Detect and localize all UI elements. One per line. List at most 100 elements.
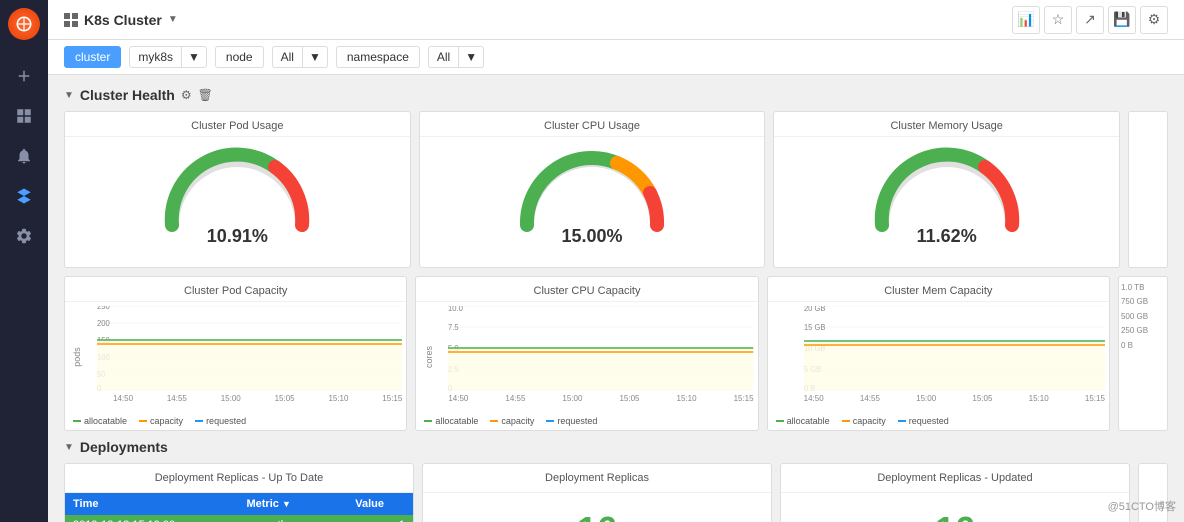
cluster-health-title: Cluster Health	[80, 87, 175, 103]
node-filter-button[interactable]: node	[215, 46, 264, 68]
svg-text:20 GB: 20 GB	[804, 306, 825, 313]
node-chevron[interactable]: ▼	[303, 46, 328, 68]
mem-capacity-chart: 20 GB 15 GB 10 GB 5 GB 0 B 14:50 14:55 1…	[768, 302, 1109, 412]
table-header-metric[interactable]: Metric ▼	[238, 493, 347, 515]
cluster-memory-usage-title: Cluster Memory Usage	[774, 112, 1119, 137]
cluster-memory-usage-value: 11.62%	[917, 226, 977, 247]
cpu-gauge-svg	[512, 145, 672, 235]
table-header-time: Time	[65, 493, 238, 515]
pod-x-axis: 14:50 14:55 15:00 15:05 15:10 15:15	[97, 394, 402, 403]
share-button[interactable]: ↗	[1076, 6, 1104, 34]
gauge-panels-row: Cluster Pod Usage 10.91%	[64, 111, 1168, 268]
watermark: @51CTO博客	[1108, 498, 1176, 514]
star-button[interactable]: ☆	[1044, 6, 1072, 34]
table-header-value: Value	[347, 493, 413, 515]
pod-chart-legend: allocatable capacity requested	[65, 412, 406, 430]
deployment-replicas-updated-title: Deployment Replicas - Updated	[781, 464, 1129, 493]
deployment-replicas-uptodate-panel: Deployment Replicas - Up To Date Time Me…	[64, 463, 414, 522]
cluster-pod-usage-panel: Cluster Pod Usage 10.91%	[64, 111, 411, 268]
content-area: ▼ Cluster Health ⚙ 🗑 Cluster Pod Usage	[48, 75, 1184, 522]
topbar: K8s Cluster ▼ 📊 ☆ ↗ 💾 ⚙	[48, 0, 1184, 40]
node-all-dropdown[interactable]: All ▼	[272, 46, 328, 68]
node-all-label: All	[272, 46, 303, 68]
pod-y-axis-label: pods	[72, 347, 82, 367]
myk8s-label: myk8s	[129, 46, 182, 68]
deployment-replicas-panel: Deployment Replicas 16	[422, 463, 772, 522]
deployments-chevron[interactable]: ▼	[64, 442, 74, 453]
sidebar-item-alerts[interactable]	[8, 140, 40, 172]
cluster-mem-capacity-panel: Cluster Mem Capacity 20 GB 15 GB 10 GB 5…	[767, 276, 1110, 431]
mem-fourth-panel-partial: 1.0 TB 750 GB 500 GB 250 GB 0 B	[1118, 276, 1168, 431]
mem-chart-legend: allocatable capacity requested	[768, 412, 1109, 430]
row1-time: 2019-12-18 15:19:00	[65, 515, 238, 522]
deployment-replicas-title: Deployment Replicas	[423, 464, 771, 493]
pod-capacity-chart: pods 250 200 150 100 50	[65, 302, 406, 412]
main-content: K8s Cluster ▼ 📊 ☆ ↗ 💾 ⚙ cluster myk8s ▼ …	[48, 0, 1184, 522]
cluster-pod-usage-value: 10.91%	[207, 226, 268, 247]
cpu-y-axis-label: cores	[424, 346, 434, 368]
mem-x-axis: 14:50 14:55 15:00 15:05 15:10 15:15	[804, 394, 1105, 403]
cluster-pod-usage-title: Cluster Pod Usage	[65, 112, 410, 137]
cpu-capacity-chart: cores 10.0 7.5 5.0 2.5 0	[416, 302, 757, 412]
cluster-cpu-usage-gauge: 15.00%	[420, 137, 765, 267]
svg-text:200: 200	[97, 319, 110, 328]
svg-text:250: 250	[97, 306, 110, 311]
cluster-health-chevron[interactable]: ▼	[64, 90, 74, 101]
cpu-x-axis: 14:50 14:55 15:00 15:05 15:10 15:15	[448, 394, 753, 403]
deployment-replicas-updated-value: 16	[919, 493, 991, 522]
deployments-section-header: ▼ Deployments	[64, 439, 1168, 455]
capacity-charts-row: Cluster Pod Capacity pods 250 200	[64, 276, 1168, 431]
row1-value: 1	[347, 515, 413, 522]
bar-chart-button[interactable]: 📊	[1012, 6, 1040, 34]
table-row: 2019-12-18 15:19:00 prometheus 1	[65, 515, 413, 522]
cluster-cpu-usage-value: 15.00%	[561, 226, 622, 247]
deployments-panels-row: Deployment Replicas - Up To Date Time Me…	[64, 463, 1168, 522]
sidebar-item-settings[interactable]	[8, 220, 40, 252]
cluster-pod-usage-gauge: 10.91%	[65, 137, 410, 267]
deployment-replicas-table: Time Metric ▼ Value 2019-12-18 15:19:00 …	[65, 493, 413, 522]
topbar-actions: 📊 ☆ ↗ 💾 ⚙	[1012, 6, 1168, 34]
cluster-cpu-capacity-panel: Cluster CPU Capacity cores 10.0 7.5 5.0 …	[415, 276, 758, 431]
myk8s-chevron[interactable]: ▼	[182, 46, 207, 68]
deployment-replicas-uptodate-title: Deployment Replicas - Up To Date	[65, 464, 413, 493]
memory-gauge-svg	[867, 145, 1027, 235]
deployments-title: Deployments	[80, 439, 168, 455]
cluster-fourth-panel-partial	[1128, 111, 1168, 268]
cpu-chart-svg: 10.0 7.5 5.0 2.5 0	[448, 306, 753, 391]
cluster-health-settings-icon[interactable]: ⚙	[181, 88, 192, 102]
cluster-mem-capacity-title: Cluster Mem Capacity	[768, 277, 1109, 302]
page-title: K8s Cluster ▼	[64, 12, 178, 28]
cluster-memory-usage-panel: Cluster Memory Usage 11.62%	[773, 111, 1120, 268]
cluster-cpu-usage-title: Cluster CPU Usage	[420, 112, 765, 137]
cpu-chart-legend: allocatable capacity requested	[416, 412, 757, 430]
row1-metric: prometheus	[238, 515, 347, 522]
namespace-all-label: All	[428, 46, 459, 68]
deployment-replicas-updated-panel: Deployment Replicas - Updated 16	[780, 463, 1130, 522]
title-chevron[interactable]: ▼	[168, 14, 178, 25]
sidebar-item-add[interactable]	[8, 60, 40, 92]
cluster-cpu-capacity-title: Cluster CPU Capacity	[416, 277, 757, 302]
svg-text:15 GB: 15 GB	[804, 323, 825, 332]
svg-text:7.5: 7.5	[448, 323, 459, 332]
svg-text:10.0: 10.0	[448, 306, 463, 313]
cluster-pod-capacity-title: Cluster Pod Capacity	[65, 277, 406, 302]
cluster-cpu-usage-panel: Cluster CPU Usage 15.00%	[419, 111, 766, 268]
cluster-memory-usage-gauge: 11.62%	[774, 137, 1119, 267]
save-button[interactable]: 💾	[1108, 6, 1136, 34]
filterbar: cluster myk8s ▼ node All ▼ namespace All…	[48, 40, 1184, 75]
sidebar-item-dashboard[interactable]	[8, 100, 40, 132]
app-logo	[8, 8, 40, 40]
sidebar	[0, 0, 48, 522]
namespace-chevron[interactable]: ▼	[459, 46, 484, 68]
mem-chart-svg: 20 GB 15 GB 10 GB 5 GB 0 B	[804, 306, 1105, 391]
sidebar-item-k8s[interactable]	[8, 180, 40, 212]
cluster-health-section-header: ▼ Cluster Health ⚙ 🗑	[64, 87, 1168, 103]
pod-gauge-svg	[157, 145, 317, 235]
settings-button[interactable]: ⚙	[1140, 6, 1168, 34]
namespace-all-dropdown[interactable]: All ▼	[428, 46, 484, 68]
pod-chart-svg: 250 200 150 100 50 0	[97, 306, 402, 391]
cluster-health-delete-icon[interactable]: 🗑	[198, 88, 213, 102]
myk8s-dropdown[interactable]: myk8s ▼	[129, 46, 207, 68]
cluster-filter-button[interactable]: cluster	[64, 46, 121, 68]
namespace-filter-button[interactable]: namespace	[336, 46, 420, 68]
